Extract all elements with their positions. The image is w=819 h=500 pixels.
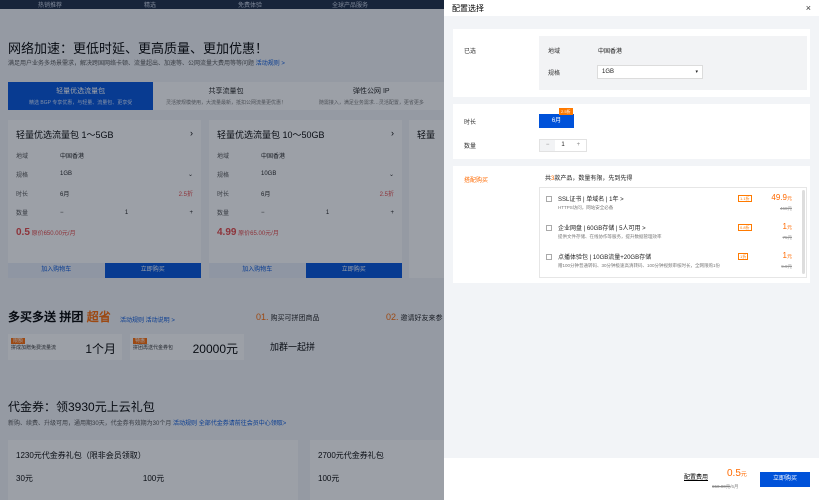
fee-label[interactable]: 配置费用: [684, 472, 708, 481]
checkbox[interactable]: [546, 225, 552, 231]
panel-footer: 配置费用 0.5元 650.00元/6月 立即购买: [444, 458, 819, 500]
item-name: 点播体验包 | 10GB流量+20GB存储: [558, 255, 652, 261]
discount-badge: 2.5折: [559, 108, 573, 115]
item-price: 49.9元: [771, 193, 792, 202]
buy-now-button[interactable]: 立即购买: [760, 472, 810, 487]
close-icon[interactable]: ×: [806, 3, 811, 13]
plus-button[interactable]: +: [571, 140, 586, 151]
duration-label: 时长: [464, 120, 477, 126]
bundle-count: 共3款产品，数量有限，先到先得: [545, 173, 632, 182]
spec-select[interactable]: 1GB ▾: [597, 65, 703, 79]
original-total: 650.00元: [712, 484, 731, 489]
minus-button[interactable]: −: [540, 140, 556, 151]
price-unit: 元: [786, 225, 792, 231]
bundle-suffix: 款产品，数量有限，先到先得: [554, 176, 633, 182]
spec-label: 规格: [548, 71, 561, 77]
checkbox[interactable]: [546, 196, 552, 202]
item-name[interactable]: 企业网盘 | 60GB存储 | 5人可用 >: [558, 223, 646, 232]
duration-qty-section: 时长 6月 2.5折 数量 − 1 +: [453, 104, 810, 159]
duration-option-6m[interactable]: 6月: [539, 114, 574, 128]
qty-value[interactable]: 1: [555, 140, 570, 151]
chosen-box: 地域 中国香港 规格 1GB ▾: [539, 36, 807, 90]
item-desc: 提供文件存储、在线协作等服务，提升数据管理效率: [558, 234, 662, 239]
total-unit: 元: [740, 472, 747, 478]
discount-tag: 0.8折: [738, 224, 752, 231]
bundle-item[interactable]: SSL证书 | 单域名 | 1年 > HTTPS访问，网站安全必备 1.1折 4…: [540, 191, 798, 218]
original-price: 468元: [779, 206, 792, 211]
bundle-item[interactable]: 点播体验包 | 10GB流量+20GB存储 赠100分钟普通转码、30分钟极速高…: [540, 249, 798, 276]
scrollbar[interactable]: [802, 190, 805, 274]
panel-header: 配置选择 ×: [444, 0, 819, 16]
item-price: 1元: [783, 222, 792, 231]
price-unit: 元: [786, 254, 792, 260]
quantity-stepper: − 1 +: [539, 139, 587, 152]
bundle-item[interactable]: 企业网盘 | 60GB存储 | 5人可用 > 提供文件存储、在线协作等服务，提升…: [540, 220, 798, 247]
bundle-label: 搭配购买: [464, 178, 489, 184]
chosen-section: 已选 地域 中国香港 规格 1GB ▾: [453, 29, 810, 97]
modal-overlay[interactable]: [0, 0, 444, 500]
duration-suffix: /6月: [730, 484, 739, 489]
item-desc: 赠100分钟普通转码、30分钟极速高清转码、100分钟视频审核时长，全网限购1份: [558, 263, 721, 268]
config-panel: 配置选择 × 已选 地域 中国香港 规格 1GB ▾ 时长 6月 2.5折 数量…: [444, 0, 819, 500]
checkbox[interactable]: [546, 254, 552, 260]
discount-tag: 1折: [738, 253, 749, 260]
qty-label: 数量: [464, 144, 477, 150]
discount-tag: 1.1折: [738, 195, 752, 202]
region-value: 中国香港: [598, 49, 623, 55]
price-unit: 元: [786, 196, 792, 202]
price-value: 49.9: [771, 193, 787, 202]
total-value: 0.5: [727, 468, 741, 479]
item-name[interactable]: SSL证书 | 单域名 | 1年 >: [558, 194, 624, 203]
total-price: 0.5元: [727, 468, 747, 479]
chevron-down-icon: ▾: [695, 69, 698, 75]
spec-value: 1GB: [602, 69, 615, 75]
chosen-label: 已选: [464, 49, 477, 55]
original-price: 9.9元: [781, 264, 792, 269]
panel-title: 配置选择: [452, 3, 484, 13]
bundle-list: SSL证书 | 单域名 | 1年 > HTTPS访问，网站安全必备 1.1折 4…: [539, 187, 807, 278]
item-desc: HTTPS访问，网站安全必备: [558, 205, 614, 210]
original-price: 75元: [782, 235, 792, 240]
bundle-section: 搭配购买 共3款产品，数量有限，先到先得 SSL证书 | 单域名 | 1年 > …: [453, 166, 810, 283]
total-original: 650.00元/6月: [712, 484, 739, 490]
region-label: 地域: [548, 49, 561, 55]
item-price: 1元: [783, 251, 792, 260]
